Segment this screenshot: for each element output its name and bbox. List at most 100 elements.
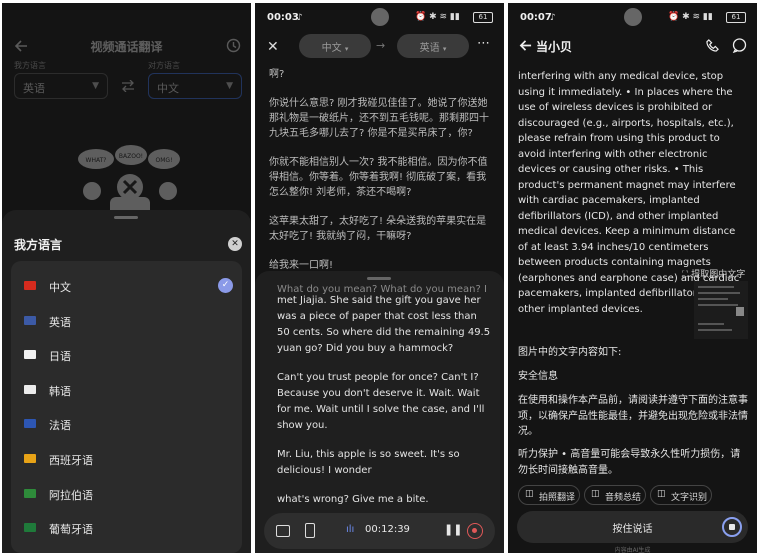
checkmark-icon: ✓ xyxy=(218,278,233,293)
stop-button[interactable] xyxy=(467,523,483,539)
svg-text:OMG!: OMG! xyxy=(156,157,173,164)
language-option[interactable]: 中文 ✓ xyxy=(11,269,242,303)
sheet-handle[interactable] xyxy=(367,277,391,280)
flag-icon xyxy=(24,419,36,429)
phone-icon[interactable] xyxy=(305,523,315,538)
image-thumbnail[interactable] xyxy=(694,281,748,339)
sheet-title: 我方语言 xyxy=(14,238,63,252)
language-option[interactable]: 法语 xyxy=(11,407,242,441)
my-language-label: 我方语言 xyxy=(14,61,46,70)
my-language-value: 英语 xyxy=(23,82,45,95)
source-language-value: 中文 xyxy=(321,43,342,54)
panel-ai-assistant-chat: 00:07 ♪ ⏰ ✱ ≋ ▮▮ 61 当小贝 interfering with… xyxy=(508,3,757,553)
translation-paragraph: met Jiajia. She said the gift you gave h… xyxy=(277,295,491,354)
text-recognition-chip[interactable]: ◫ 文字识别 xyxy=(650,485,712,505)
pause-icon[interactable]: ❚❚ xyxy=(444,523,462,536)
front-camera xyxy=(371,8,389,26)
extract-text-link[interactable]: ⛶ 提取图中文字 xyxy=(682,267,745,280)
hold-to-talk-button[interactable]: 按住说话 xyxy=(517,511,748,543)
text-scan-icon: ◫ xyxy=(657,489,666,499)
extracted-paragraph-2: 听力保护 • 高音量可能会导致永久性听力损伤，请勿长时间接触高音量。 xyxy=(518,449,741,476)
audio-icon: ◫ xyxy=(591,489,600,499)
chat-title: 当小贝 xyxy=(536,40,573,54)
chip-label: 文字识别 xyxy=(671,493,708,503)
source-language-select[interactable]: 中文 ▾ xyxy=(299,34,371,58)
tiktok-icon: ♪ xyxy=(297,13,303,23)
photo-translate-chip[interactable]: ◫ 拍照翻译 xyxy=(518,485,580,505)
back-arrow-icon[interactable] xyxy=(519,39,532,52)
english-translation-sheet: What do you mean? What do you mean? I ju… xyxy=(255,271,504,553)
other-language-value: 中文 xyxy=(157,82,179,95)
language-bottom-sheet: 我方语言 ✕ 中文 ✓ 英语日语韩语法语西班牙语阿拉伯语葡萄牙语 xyxy=(2,210,251,553)
target-language-select[interactable]: 英语 ▾ xyxy=(397,34,469,58)
language-option[interactable]: 日语 xyxy=(11,338,242,372)
voice-input-icon[interactable] xyxy=(722,517,742,537)
flag-icon xyxy=(24,523,36,533)
translation-paragraph: what's wrong? Give me a bite. xyxy=(277,494,429,505)
front-camera xyxy=(624,8,642,26)
status-icons: ⏰ ✱ ≋ ▮▮ xyxy=(415,12,460,22)
other-language-select[interactable]: 中文 ▼ xyxy=(148,73,242,99)
language-option-label: 西班牙语 xyxy=(49,454,93,467)
target-language-value: 英语 xyxy=(419,43,440,54)
camera-icon: ◫ xyxy=(525,489,534,499)
stop-icon xyxy=(472,528,477,533)
chat-bubble-icon[interactable] xyxy=(732,38,747,53)
panel-realtime-translation: 00:03 ♪ ⏰ ✱ ≋ ▮▮ 61 ✕ 中文 ▾ → 英语 ▾ ⋯ 啊? 你说… xyxy=(255,3,504,553)
english-transcript: met Jiajia. She said the gift you gave h… xyxy=(277,293,492,521)
flag-icon xyxy=(24,281,36,290)
extracted-paragraph-1: 在使用和操作本产品前，请阅读并遵守下面的注意事项，以确保产品性能最佳，并避免出现… xyxy=(518,395,748,437)
language-option[interactable]: 韩语 xyxy=(11,373,242,407)
swap-icon[interactable] xyxy=(121,80,135,92)
language-option-label: 日语 xyxy=(49,350,71,364)
battery-indicator: 61 xyxy=(473,12,493,23)
extract-text-label: 提取图中文字 xyxy=(691,270,746,280)
language-option-label: 葡萄牙语 xyxy=(49,523,93,537)
transcript-paragraph: 这苹果太甜了，太好吃了! 朵朵送我的苹果实在是太好吃了! 我就纳了闷，干嘛呀? xyxy=(269,216,487,242)
chip-label: 拍照翻译 xyxy=(539,493,576,503)
subtitle-icon[interactable] xyxy=(276,525,290,537)
transcript-paragraph: 你说什么意思? 刚才我碰见佳佳了。她说了你送她那礼物是一破纸片，还不到五毛钱呢。… xyxy=(269,98,489,139)
language-option[interactable]: 阿拉伯语 xyxy=(11,477,242,511)
close-icon[interactable]: ✕ xyxy=(228,237,242,251)
svg-text:BAZOO!: BAZOO! xyxy=(119,153,143,160)
phone-call-icon[interactable] xyxy=(706,39,719,52)
language-list: 中文 ✓ 英语日语韩语法语西班牙语阿拉伯语葡萄牙语 xyxy=(11,261,242,553)
chevron-down-icon: ▾ xyxy=(344,45,349,53)
chinese-transcript: 啊? 你说什么意思? 刚才我碰见佳佳了。她说了你送她那礼物是一破纸片，还不到五毛钱… xyxy=(269,67,490,287)
translation-paragraph: Can't you trust people for once? Can't I… xyxy=(277,372,485,431)
close-icon[interactable]: ✕ xyxy=(267,39,279,55)
extracted-heading: 安全信息 xyxy=(518,371,558,382)
translation-paragraph: Mr. Liu, this apple is so sweet. It's so… xyxy=(277,449,460,476)
panel-video-call-translate: 视频通话翻译 我方语言 对方语言 英语 ▼ 中文 ▼ WHAT? BAZOO! … xyxy=(2,3,251,553)
recording-timer: 00:12:39 xyxy=(365,524,410,535)
flag-icon xyxy=(24,315,36,325)
status-time: 00:07 xyxy=(520,12,552,23)
chevron-down-icon: ▼ xyxy=(92,81,99,91)
scan-text-icon: ⛶ xyxy=(682,270,689,280)
svg-text:WHAT?: WHAT? xyxy=(86,157,107,164)
flag-icon xyxy=(24,488,36,498)
other-language-label: 对方语言 xyxy=(148,61,180,70)
language-option-label: 英语 xyxy=(49,315,71,329)
sheet-handle[interactable] xyxy=(114,216,138,219)
transcript-paragraph: 啊? xyxy=(269,69,285,80)
language-option-label: 阿拉伯语 xyxy=(49,488,93,502)
my-language-select[interactable]: 英语 ▼ xyxy=(14,73,108,99)
language-option[interactable]: 西班牙语 xyxy=(11,442,242,476)
language-option-label: 中文 xyxy=(49,281,71,294)
extracted-intro: 图片中的文字内容如下: xyxy=(518,347,622,358)
chip-label: 音频总结 xyxy=(605,493,642,503)
tiktok-icon: ♪ xyxy=(550,13,556,23)
history-icon[interactable] xyxy=(226,38,241,53)
language-option[interactable]: 英语 xyxy=(11,304,242,338)
recording-control-bar: ılı 00:12:39 ❚❚ xyxy=(264,513,495,549)
battery-indicator: 61 xyxy=(726,12,746,23)
page-title: 视频通话翻译 xyxy=(90,40,163,54)
language-option-label: 法语 xyxy=(49,419,71,433)
language-option[interactable]: 葡萄牙语 xyxy=(11,511,242,545)
transcript-paragraph: 你就不能相信别人一次? 我不能相信。因为你不值得相信。你等着。你等着我啊! 彻底… xyxy=(269,157,488,198)
flag-icon xyxy=(24,454,36,463)
audio-summary-chip[interactable]: ◫ 音频总结 xyxy=(584,485,646,505)
more-icon[interactable]: ⋯ xyxy=(477,36,491,51)
